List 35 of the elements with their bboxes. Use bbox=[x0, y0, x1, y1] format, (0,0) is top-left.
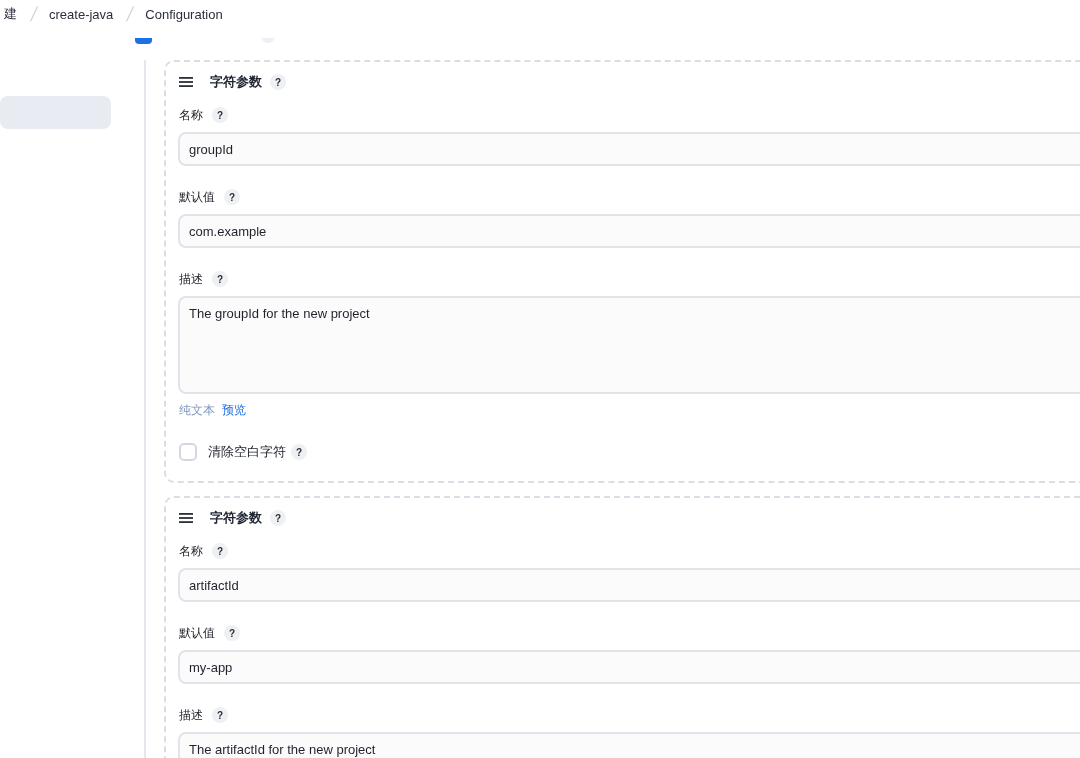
checkbox-label: 清除空白字符 bbox=[208, 443, 286, 461]
help-button[interactable]: ? bbox=[212, 107, 228, 123]
text-field[interactable]: com.example bbox=[178, 214, 1080, 248]
drag-handle-icon[interactable] bbox=[179, 513, 193, 523]
format-label: 纯文本 bbox=[179, 401, 215, 419]
field-label: 默认值 bbox=[179, 624, 215, 642]
section-title: 字符参数 bbox=[210, 509, 262, 527]
text-field[interactable]: artifactId bbox=[178, 568, 1080, 602]
text-field[interactable]: groupId bbox=[178, 132, 1080, 166]
drag-handle-icon[interactable] bbox=[179, 77, 193, 87]
format-link[interactable]: 预览 bbox=[222, 401, 246, 419]
help-button[interactable]: ? bbox=[224, 189, 240, 205]
checkbox[interactable] bbox=[135, 38, 152, 44]
field-label: 名称 bbox=[179, 106, 203, 124]
help-button[interactable]: ? bbox=[212, 543, 228, 559]
field-label: 名称 bbox=[179, 542, 203, 560]
checkbox[interactable] bbox=[179, 443, 197, 461]
help-button[interactable]: ? bbox=[291, 444, 307, 460]
field-label: 默认值 bbox=[179, 188, 215, 206]
text-field[interactable]: my-app bbox=[178, 650, 1080, 684]
help-button[interactable]: ? bbox=[270, 74, 286, 90]
slash-icon bbox=[126, 6, 135, 22]
help-button[interactable]: ? bbox=[212, 271, 228, 287]
slash-icon bbox=[30, 6, 38, 22]
text-area[interactable]: The artifactId for the new project bbox=[178, 732, 1080, 758]
breadcrumb-link[interactable]: Configuration bbox=[145, 6, 223, 22]
help-button[interactable]: ? bbox=[224, 625, 240, 641]
breadcrumb-link[interactable]: 建 bbox=[4, 5, 17, 23]
help-button[interactable]: ? bbox=[270, 510, 286, 526]
field-label: 描述 bbox=[179, 270, 203, 288]
field-label: 描述 bbox=[179, 706, 203, 724]
section-title: 字符参数 bbox=[210, 73, 262, 91]
text-area[interactable]: The groupId for the new project bbox=[178, 296, 1080, 394]
help-button[interactable]: ? bbox=[212, 707, 228, 723]
breadcrumb-link[interactable]: create-java bbox=[49, 6, 114, 22]
